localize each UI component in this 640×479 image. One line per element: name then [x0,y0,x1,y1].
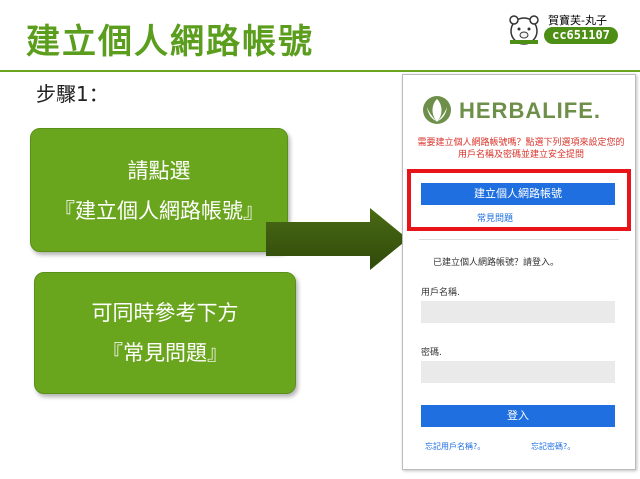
step-label: 步驟1： [36,82,109,106]
account-notice: 需要建立個人網路帳號嗎？點選下列選項來設定您的用戶名稱及密碼並建立安全提問 [417,138,625,160]
badge-id: cc651107 [544,27,618,44]
faq-link[interactable]: 常見問題 [477,211,513,224]
slide-title: 建立個人網路帳號 [26,22,314,62]
forgot-username-link[interactable]: 忘記用戶名稱?。 [425,441,485,452]
instruction-line: 『建立個人網路帳號』 [54,199,264,223]
instruction-box-create: 請點選 『建立個人網路帳號』 [30,128,288,252]
instruction-line: 可同時參考下方 [91,301,239,325]
author-badge: 賀寶芙-丸子 cc651107 [504,10,618,48]
arrow-right-icon [266,208,408,270]
password-label: 密碼. [421,348,442,358]
divider [419,239,619,240]
herbalife-logo: HERBALIFE. [421,95,621,127]
instruction-box-faq: 可同時參考下方 『常見問題』 [34,272,296,394]
title-divider [0,70,640,72]
login-button[interactable]: 登入 [421,405,615,427]
logo-text: HERBALIFE. [459,98,601,123]
bear-icon [509,15,539,45]
username-input[interactable] [421,301,615,323]
forgot-password-link[interactable]: 忘記密碼?。 [531,441,575,452]
herbalife-login-panel: HERBALIFE. 需要建立個人網路帳號嗎？點選下列選項來設定您的用戶名稱及密… [402,74,636,470]
instruction-line: 請點選 [127,159,191,183]
password-input[interactable] [421,361,615,383]
badge-name: 賀寶芙-丸子 [548,14,607,27]
username-label: 用戶名稱. [421,288,460,298]
leaf-logo-icon [423,96,451,124]
create-account-button[interactable]: 建立個人網路帳號 [421,183,615,205]
login-prompt: 已建立個人網路帳號？請登入。 [433,258,560,268]
instruction-line: 『常見問題』 [102,341,228,365]
